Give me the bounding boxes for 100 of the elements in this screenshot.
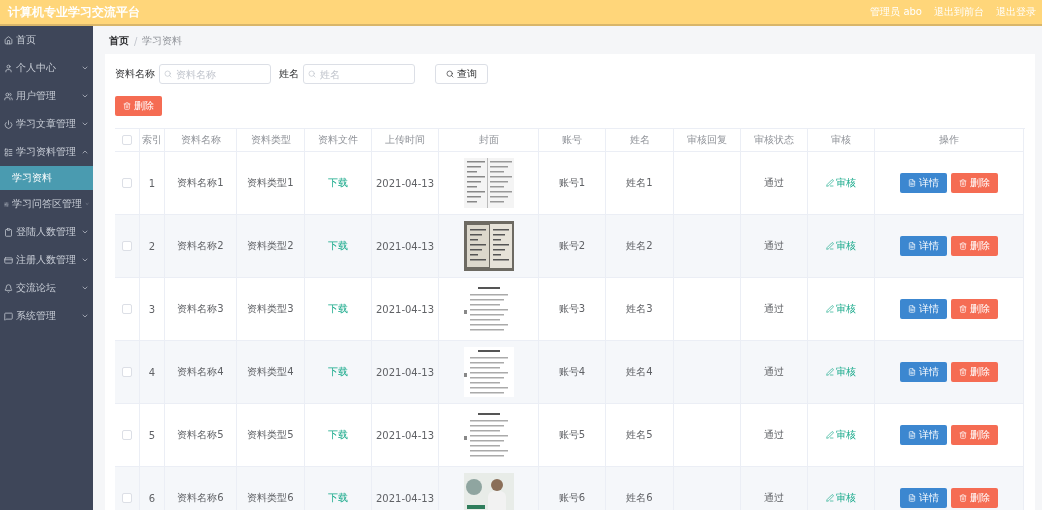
table-cell: 2021-04-13 bbox=[372, 404, 439, 467]
trash-icon bbox=[959, 368, 967, 376]
delete-button[interactable]: 删除 bbox=[951, 488, 998, 508]
select-all-checkbox[interactable] bbox=[122, 135, 132, 145]
table-cell: 通过 bbox=[741, 215, 808, 278]
table-cell: 6 bbox=[140, 467, 165, 510]
details-button[interactable]: 详情 bbox=[900, 425, 947, 445]
search-icon bbox=[164, 70, 172, 78]
row-checkbox[interactable] bbox=[122, 178, 132, 188]
table-cell: 资料名称2 bbox=[165, 215, 237, 278]
row-checkbox[interactable] bbox=[122, 367, 132, 377]
table-cell: 资料类型4 bbox=[237, 341, 305, 404]
table-cell: 通过 bbox=[741, 152, 808, 215]
edit-icon bbox=[826, 368, 834, 376]
sidebar-item[interactable]: 学习文章管理 bbox=[0, 110, 93, 138]
table-cell: 资料名称4 bbox=[165, 341, 237, 404]
details-button[interactable]: 详情 bbox=[900, 362, 947, 382]
review-link[interactable]: 审核 bbox=[826, 428, 856, 442]
delete-button[interactable]: 删除 bbox=[951, 236, 998, 256]
menu-icon bbox=[4, 35, 13, 45]
table-cell: 2021-04-13 bbox=[372, 152, 439, 215]
breadcrumb-separator: / bbox=[134, 35, 138, 47]
table-cell: 2021-04-13 bbox=[372, 215, 439, 278]
table-cell: 3 bbox=[140, 278, 165, 341]
breadcrumb-item[interactable]: 首页 bbox=[109, 34, 129, 48]
sidebar-subitem[interactable]: 学习资料 bbox=[0, 166, 93, 190]
trash-icon bbox=[959, 431, 967, 439]
search-field[interactable]: 资料名称 bbox=[159, 64, 271, 84]
table-cell: 姓名5 bbox=[606, 404, 674, 467]
sidebar-item[interactable]: 登陆人数管理 bbox=[0, 218, 93, 246]
row-checkbox[interactable] bbox=[122, 493, 132, 503]
document-icon bbox=[908, 431, 916, 439]
sidebar-item[interactable]: 学习问答区管理 bbox=[0, 190, 93, 218]
table-cell: 姓名4 bbox=[606, 341, 674, 404]
review-link[interactable]: 审核 bbox=[826, 302, 856, 316]
delete-button[interactable]: 删除 bbox=[951, 299, 998, 319]
edit-icon bbox=[826, 242, 834, 250]
table-cell: 资料类型1 bbox=[237, 152, 305, 215]
trash-icon bbox=[123, 102, 131, 110]
menu-icon bbox=[4, 227, 13, 237]
row-checkbox[interactable] bbox=[122, 304, 132, 314]
details-button[interactable]: 详情 bbox=[900, 236, 947, 256]
breadcrumb-item: 学习资料 bbox=[142, 34, 183, 48]
menu-icon bbox=[4, 255, 13, 265]
table-cell: 账号1 bbox=[539, 152, 606, 215]
edit-icon bbox=[826, 305, 834, 313]
document-icon bbox=[908, 305, 916, 313]
menu-icon bbox=[4, 283, 13, 293]
row-checkbox[interactable] bbox=[122, 241, 132, 251]
details-button[interactable]: 详情 bbox=[900, 173, 947, 193]
sidebar-item[interactable]: 系统管理 bbox=[0, 302, 93, 330]
download-link[interactable]: 下载 bbox=[328, 428, 348, 442]
trash-icon bbox=[959, 305, 967, 313]
review-link[interactable]: 审核 bbox=[826, 491, 856, 505]
menu-icon bbox=[4, 119, 13, 129]
document-icon bbox=[908, 494, 916, 502]
table-cell: 通过 bbox=[741, 404, 808, 467]
table-cell: 资料名称3 bbox=[165, 278, 237, 341]
details-button[interactable]: 详情 bbox=[900, 488, 947, 508]
trash-icon bbox=[959, 179, 967, 187]
table-cell: 姓名1 bbox=[606, 152, 674, 215]
table-cell: 4 bbox=[140, 341, 165, 404]
table-cell: 资料类型6 bbox=[237, 467, 305, 510]
search-icon bbox=[446, 70, 454, 78]
row-checkbox[interactable] bbox=[122, 430, 132, 440]
download-link[interactable]: 下载 bbox=[328, 176, 348, 190]
sidebar-item[interactable]: 用户管理 bbox=[0, 82, 93, 110]
table-cell: 通过 bbox=[741, 278, 808, 341]
delete-button[interactable]: 删除 bbox=[951, 173, 998, 193]
download-link[interactable]: 下载 bbox=[328, 491, 348, 505]
delete-button[interactable]: 删除 bbox=[951, 362, 998, 382]
sidebar-item[interactable]: 交流论坛 bbox=[0, 274, 93, 302]
table-cell: 1 bbox=[140, 152, 165, 215]
table-cell: 资料类型3 bbox=[237, 278, 305, 341]
delete-button[interactable]: 删除 bbox=[951, 425, 998, 445]
review-link[interactable]: 审核 bbox=[826, 239, 856, 253]
document-icon bbox=[908, 242, 916, 250]
download-link[interactable]: 下载 bbox=[328, 239, 348, 253]
delete-button[interactable]: 删除 bbox=[115, 96, 162, 116]
table-cell: 资料类型5 bbox=[237, 404, 305, 467]
download-link[interactable]: 下载 bbox=[328, 365, 348, 379]
sidebar-item[interactable]: 首页 bbox=[0, 26, 93, 54]
table-cell: 姓名3 bbox=[606, 278, 674, 341]
sidebar-item[interactable]: 学习资料管理 bbox=[0, 138, 93, 166]
search-button[interactable]: 查询 bbox=[435, 64, 488, 84]
table-cell: 资料名称6 bbox=[165, 467, 237, 510]
review-link[interactable]: 审核 bbox=[826, 176, 856, 190]
table-cell: 资料名称1 bbox=[165, 152, 237, 215]
sidebar-item[interactable]: 注册人数管理 bbox=[0, 246, 93, 274]
sidebar-item[interactable]: 个人中心 bbox=[0, 54, 93, 82]
table-cell: 账号4 bbox=[539, 341, 606, 404]
details-button[interactable]: 详情 bbox=[900, 299, 947, 319]
search-icon bbox=[308, 70, 316, 78]
table-cell: 姓名6 bbox=[606, 467, 674, 510]
table-cell: 2021-04-13 bbox=[372, 278, 439, 341]
edit-icon bbox=[826, 494, 834, 502]
download-link[interactable]: 下载 bbox=[328, 302, 348, 316]
review-link[interactable]: 审核 bbox=[826, 365, 856, 379]
table-cell: 2 bbox=[140, 215, 165, 278]
table-cell: 2021-04-13 bbox=[372, 467, 439, 510]
